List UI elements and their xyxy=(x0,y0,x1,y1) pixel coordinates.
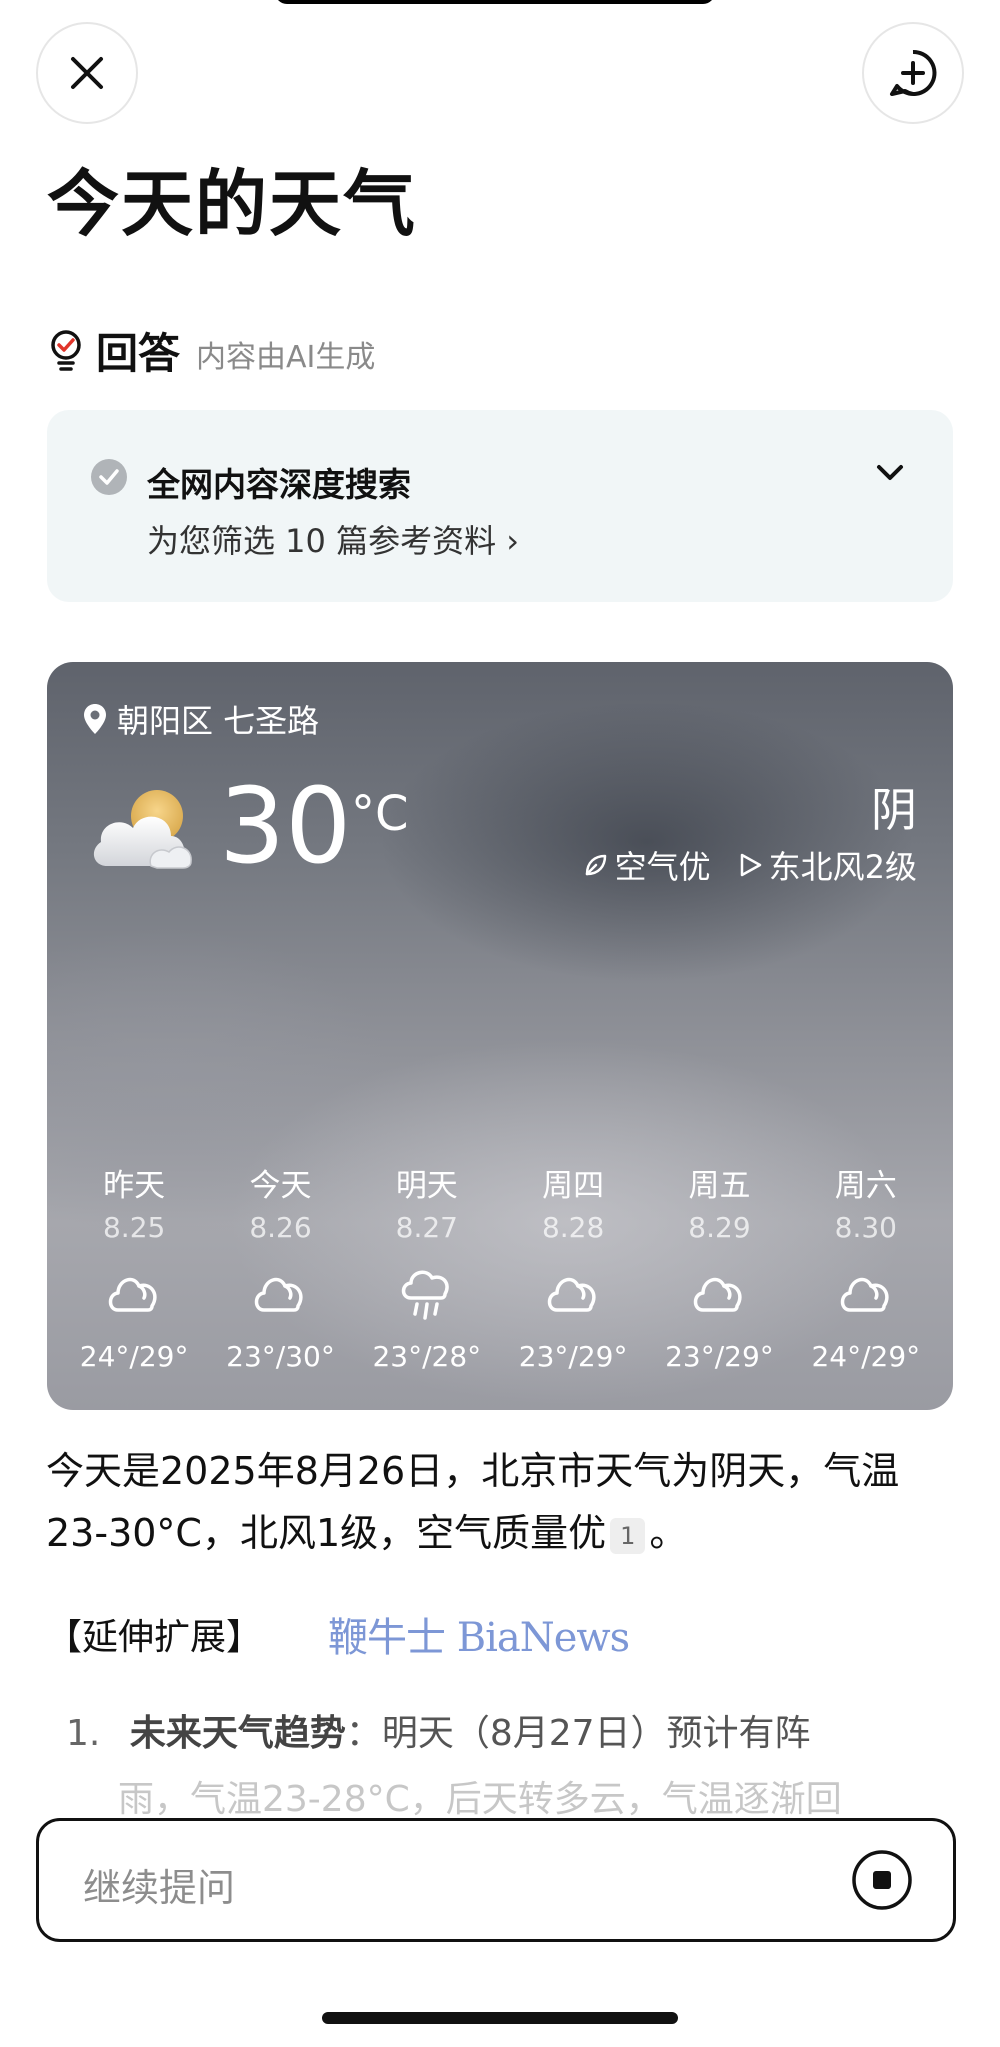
wind-direction-icon xyxy=(740,853,761,877)
shower-icon xyxy=(399,1264,455,1322)
location-text: 朝阳区 七圣路 xyxy=(117,702,320,740)
extension-row: 【延伸扩展】 鞭牛士 BiaNews xyxy=(46,1605,630,1663)
lightbulb-icon xyxy=(51,329,81,371)
air-quality-text: 空气优 xyxy=(614,848,711,886)
forecast-range: 23°/28° xyxy=(372,1340,482,1373)
forecast-date: 8.26 xyxy=(249,1211,312,1244)
close-button[interactable] xyxy=(36,22,138,124)
faded-text: 雨，气温23-28°C，后天转多云，气温逐渐回 xyxy=(118,1779,842,1820)
forecast-day-name: 明天 xyxy=(395,1168,458,1204)
summary-end: 。 xyxy=(649,1511,688,1555)
forecast-day-name: 昨天 xyxy=(103,1168,166,1204)
list-bold: 未来天气趋势 xyxy=(129,1713,346,1754)
forecast-range: 24°/29° xyxy=(811,1340,921,1373)
forecast-range: 23°/29° xyxy=(518,1340,628,1373)
list-number: 1. xyxy=(66,1713,101,1754)
close-icon xyxy=(71,57,103,89)
ai-generated-note: 内容由AI生成 xyxy=(196,339,376,375)
temperature-unit: °C xyxy=(351,786,409,842)
forecast-range: 23°/30° xyxy=(226,1340,335,1373)
forecast-range: 23°/29° xyxy=(665,1340,774,1373)
forecast-row: 昨天 8.25 24°/29° 今天 8.26 23°/30° 明天 8.27 23°/28° 周… xyxy=(47,1160,953,1373)
cloudy-icon xyxy=(252,1264,308,1322)
forecast-day-name: 周四 xyxy=(542,1168,605,1204)
cloudy-icon xyxy=(691,1264,747,1322)
forecast-day-name: 周六 xyxy=(834,1168,897,1204)
ask-placeholder: 继续提问 xyxy=(83,1866,236,1910)
wind-text: 东北风2级 xyxy=(768,848,917,886)
forecast-date: 8.25 xyxy=(102,1211,166,1244)
deep-search-card[interactable]: 全网内容深度搜索 为您筛选 10 篇参考资料 › xyxy=(47,410,953,602)
device-notch xyxy=(275,0,715,4)
home-indicator xyxy=(322,2012,678,2024)
page-title: 今天的天气 xyxy=(47,162,418,246)
weather-meta: 空气优 东北风2级 xyxy=(583,842,917,888)
leaf-icon xyxy=(585,854,606,876)
forecast-date: 8.30 xyxy=(834,1211,897,1244)
forecast-day: 周六 8.30 24°/29° xyxy=(796,1160,936,1373)
summary-line-1: 今天是2025年8月26日，北京市天气为阴天，气温 xyxy=(46,1449,900,1493)
forecast-date: 8.28 xyxy=(541,1211,605,1244)
forecast-date: 8.29 xyxy=(688,1211,751,1244)
cloudy-icon xyxy=(545,1264,601,1322)
stop-icon[interactable] xyxy=(851,1849,913,1911)
forecast-day: 今天 8.26 23°/30° xyxy=(210,1160,350,1373)
reference-link[interactable]: 为您筛选 10 篇参考资料 › xyxy=(147,516,519,562)
forecast-date: 8.27 xyxy=(395,1211,458,1244)
weather-card[interactable]: 朝阳区 七圣路 30 °C 阴 空气优 东北风2级 昨天 8.25 24°/29… xyxy=(47,662,953,1410)
check-circle-icon xyxy=(91,459,127,495)
wind: 东北风2级 xyxy=(739,842,917,888)
location-pin-icon xyxy=(84,704,106,734)
forecast-day-name: 今天 xyxy=(249,1168,312,1204)
air-quality: 空气优 xyxy=(583,842,711,888)
list-text: ：明天（8月27日）预计有阵 xyxy=(345,1713,811,1754)
weather-summary: 今天是2025年8月26日，北京市天气为阴天，气温 23-30°C，北风1级，空… xyxy=(46,1440,956,1564)
forecast-day: 周四 8.28 23°/29° xyxy=(503,1160,643,1373)
forecast-day: 明天 8.27 23°/28° xyxy=(357,1160,497,1373)
location: 朝阳区 七圣路 xyxy=(83,696,319,742)
forecast-day: 周五 8.29 23°/29° xyxy=(649,1160,789,1373)
forecast-day: 昨天 8.25 24°/29° xyxy=(64,1160,204,1373)
new-chat-button[interactable] xyxy=(862,22,964,124)
chat-plus-icon xyxy=(890,49,937,96)
forecast-day-name: 周五 xyxy=(688,1168,751,1204)
answer-header: 回答 内容由AI生成 xyxy=(48,320,375,381)
extension-heading: 【延伸扩展】 xyxy=(46,1617,263,1658)
cloudy-icon xyxy=(106,1264,162,1322)
cloudy-icon xyxy=(838,1264,894,1322)
partly-cloudy-icon xyxy=(93,790,192,869)
forecast-range: 24°/29° xyxy=(79,1340,189,1373)
deep-search-title: 全网内容深度搜索 xyxy=(147,465,411,504)
chevron-down-icon[interactable] xyxy=(875,462,905,482)
citation-badge[interactable]: 1 xyxy=(610,1517,646,1554)
bianews-watermark: 鞭牛士 BiaNews xyxy=(328,1615,630,1661)
list-item: 1. 未来天气趋势：明天（8月27日）预计有阵 xyxy=(66,1704,811,1756)
answer-label: 回答 xyxy=(96,329,181,378)
current-temperature: 30 xyxy=(219,765,352,887)
weather-condition: 阴 xyxy=(871,783,917,837)
ask-input[interactable]: 继续提问 xyxy=(36,1818,956,1942)
summary-line-2: 23-30°C，北风1级，空气质量优 xyxy=(46,1511,607,1555)
